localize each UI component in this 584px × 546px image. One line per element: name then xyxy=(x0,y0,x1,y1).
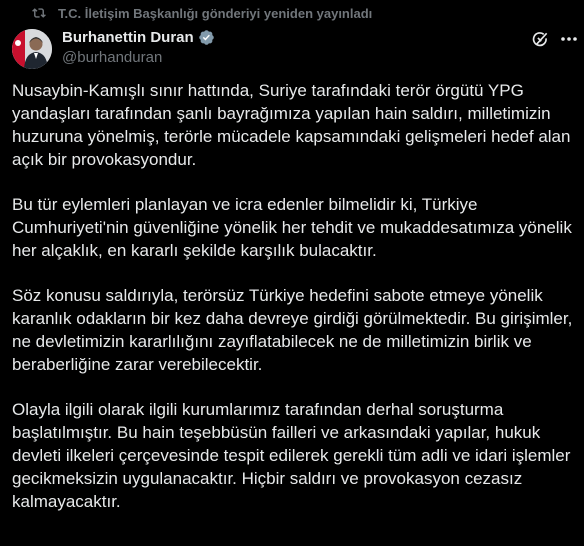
tweet-paragraph: Bu tür eylemleri planlayan ve icra edenl… xyxy=(12,195,572,260)
avatar[interactable] xyxy=(12,29,52,69)
tweet-text: Nusaybin-Kamışlı sınır hattında, Suriye … xyxy=(12,79,574,535)
avatar-image xyxy=(12,29,52,69)
verified-badge-icon[interactable] xyxy=(198,29,215,46)
grok-icon[interactable] xyxy=(530,30,550,50)
author-name[interactable]: Burhanettin Duran xyxy=(62,29,194,46)
tweet[interactable]: T.C. İletişim Başkanlığı gönderiyi yenid… xyxy=(0,0,584,546)
tweet-paragraph: Olayla ilgili olarak ilgili kurumlarımız… xyxy=(12,400,571,511)
repost-indicator[interactable]: T.C. İletişim Başkanlığı gönderiyi yenid… xyxy=(32,4,372,22)
tweet-paragraph: Nusaybin-Kamışlı sınır hattında, Suriye … xyxy=(12,81,571,169)
repost-text: T.C. İletişim Başkanlığı gönderiyi yenid… xyxy=(58,5,373,21)
more-icon[interactable] xyxy=(560,36,578,42)
author-handle[interactable]: @burhanduran xyxy=(62,49,215,66)
repost-icon xyxy=(32,8,46,18)
tweet-paragraph: Söz konusu saldırıyla, terörsüz Türkiye … xyxy=(12,286,573,374)
